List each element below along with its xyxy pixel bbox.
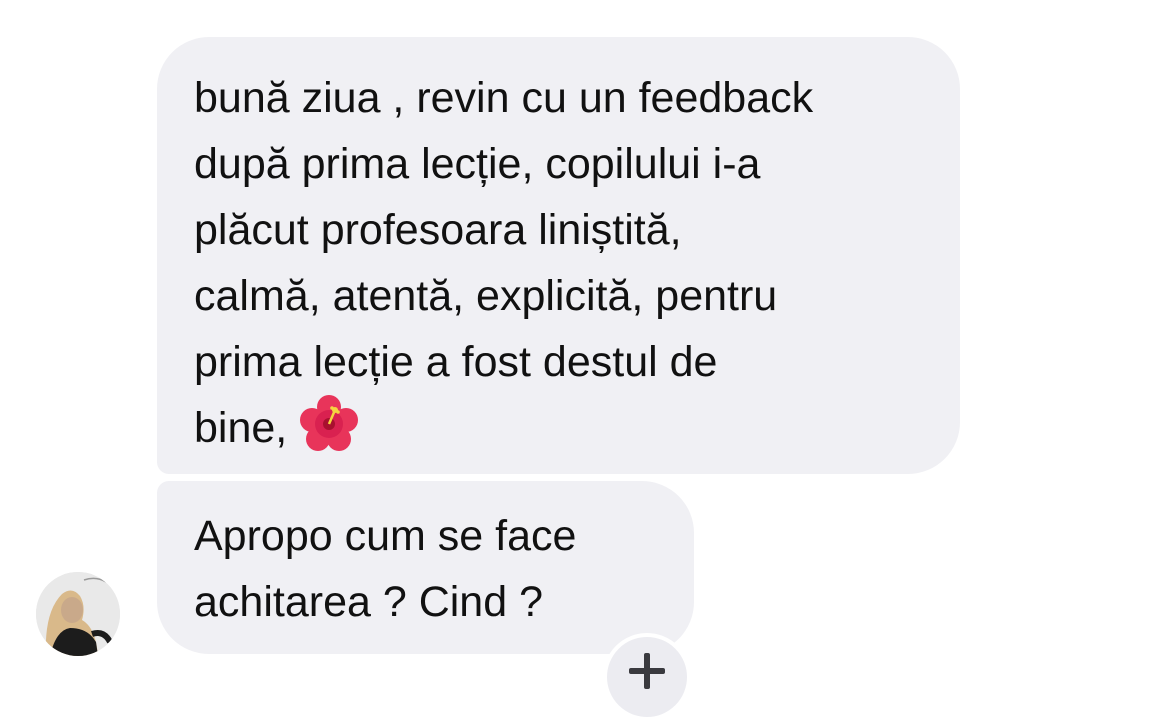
message-line: calmă, atentă, explicită, pentru <box>194 272 778 320</box>
profile-photo-icon <box>36 572 120 656</box>
plus-icon <box>629 653 665 689</box>
message-line: după prima lecție, copilului i-a <box>194 140 761 188</box>
add-reaction-button[interactable] <box>603 633 691 721</box>
message-line-text: bine, <box>194 404 288 452</box>
hibiscus-emoji-icon <box>299 394 359 454</box>
message-line: bună ziua , revin cu un feedback <box>194 74 814 122</box>
message-line-last: bine, <box>194 394 930 461</box>
message-line: Apropo cum se face <box>194 512 577 560</box>
message-bubble-feedback[interactable]: bună ziua , revin cu un feedback după pr… <box>157 37 960 474</box>
message-line: plăcut profesoara liniștită, <box>194 206 682 254</box>
message-line: achitarea ? Cind ? <box>194 578 543 626</box>
sender-avatar[interactable] <box>36 572 120 656</box>
message-bubble-payment-question[interactable]: Apropo cum se face achitarea ? Cind ? <box>157 481 694 654</box>
message-line: prima lecție a fost destul de <box>194 338 718 386</box>
